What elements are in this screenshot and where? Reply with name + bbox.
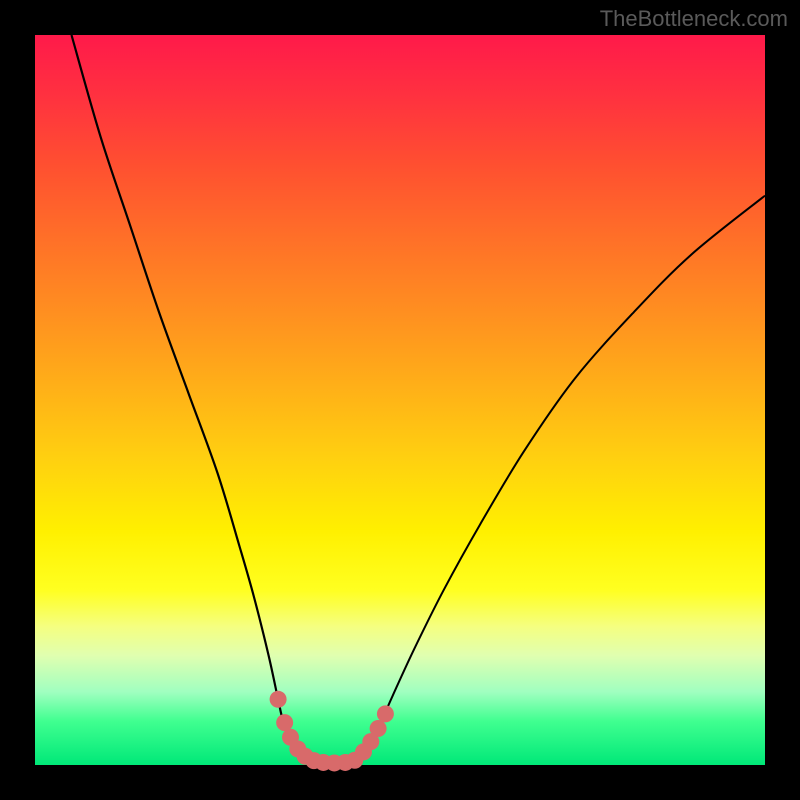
highlight-dot bbox=[377, 705, 394, 722]
left-curve bbox=[72, 35, 320, 764]
highlight-dot bbox=[370, 720, 387, 737]
highlight-dot bbox=[270, 691, 287, 708]
right-curve bbox=[349, 196, 765, 764]
watermark-text: TheBottleneck.com bbox=[600, 6, 788, 32]
highlight-dot bbox=[276, 714, 293, 731]
dot-highlight-group bbox=[270, 691, 394, 772]
chart-svg bbox=[35, 35, 765, 765]
